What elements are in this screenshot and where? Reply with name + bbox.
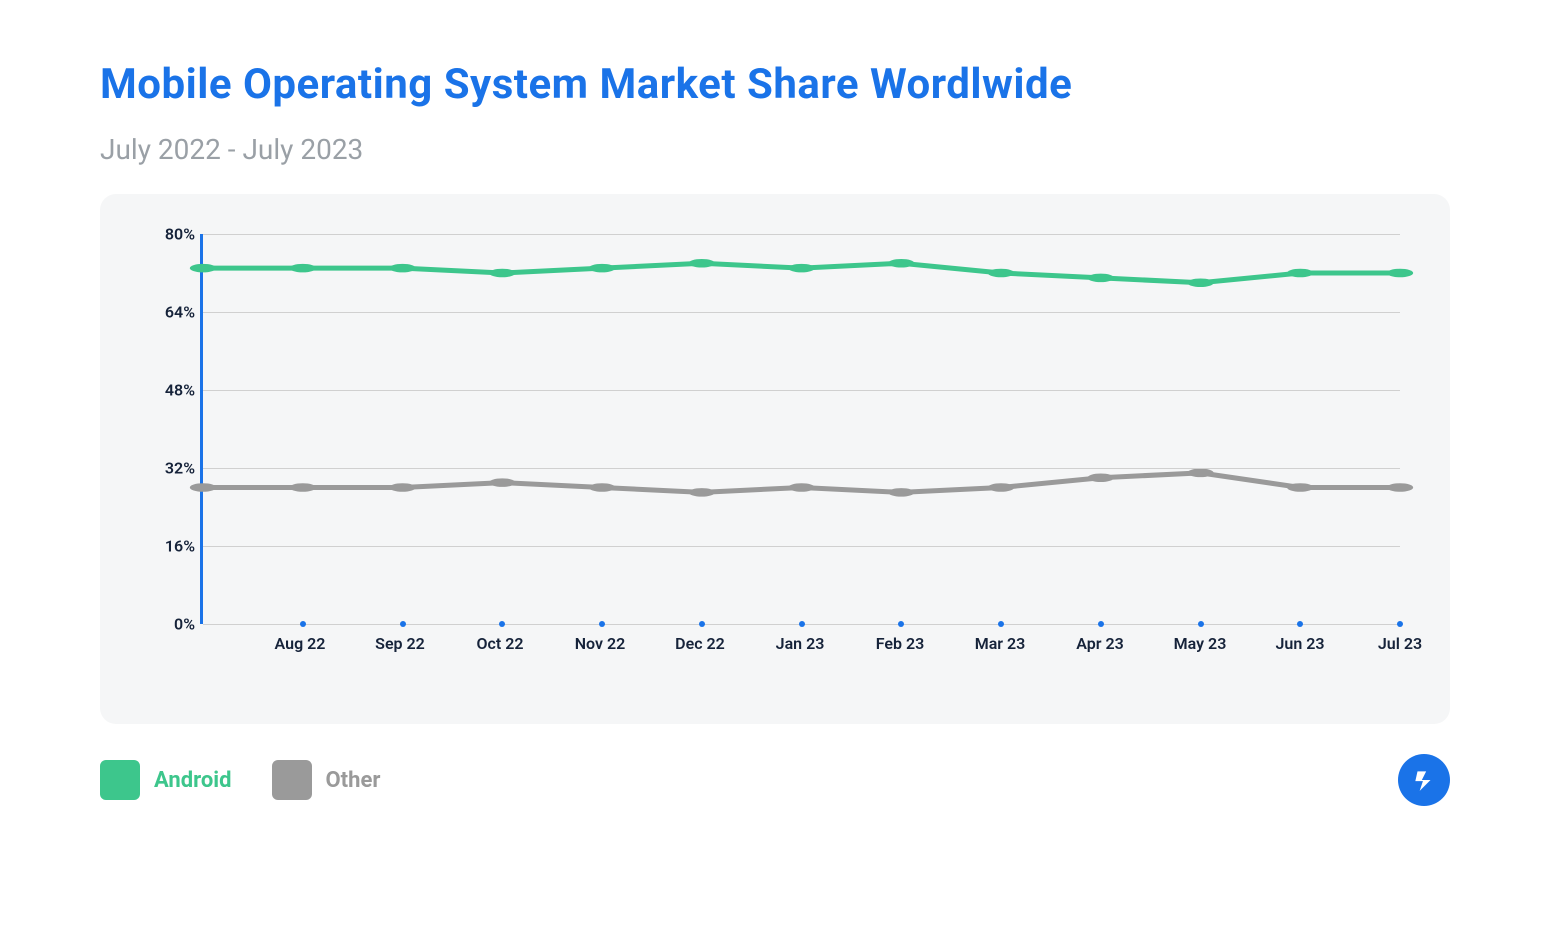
y-tick-label: 64% [145,303,195,322]
x-tick-label: Nov 22 [575,634,626,653]
data-point [1387,483,1413,492]
x-tick-dot [898,621,904,627]
swatch-other [272,760,312,800]
data-point [888,488,914,497]
data-point [290,483,316,492]
x-tick-label: May 23 [1174,634,1227,653]
grid-line [203,234,1400,235]
legend-label-android: Android [154,768,232,793]
legend-item-other: Other [272,760,381,800]
chart-subtitle: July 2022 - July 2023 [100,133,1450,166]
data-point [190,483,216,492]
chart-container: 0%16%32%48%64%80% Aug 22Sep 22Oct 22Nov … [100,194,1450,724]
data-point [1287,483,1313,492]
x-tick-dot [1198,621,1204,627]
data-point [489,478,515,487]
x-tick-dot [1098,621,1104,627]
x-tick-label: Sep 22 [375,634,425,653]
data-point [290,264,316,273]
x-tick-dot [1397,621,1403,627]
data-point [689,259,715,268]
data-point [190,264,216,273]
x-tick-label: Jan 23 [776,634,825,653]
x-tick-dot [499,621,505,627]
data-point [589,264,615,273]
x-tick-dot [998,621,1004,627]
y-tick-label: 32% [145,459,195,478]
logo-icon [1398,754,1450,806]
data-point [1187,469,1213,478]
x-tick-label: Mar 23 [975,634,1026,653]
swatch-android [100,760,140,800]
x-tick-label: Feb 23 [876,634,925,653]
x-tick-label: Dec 22 [675,634,725,653]
y-tick-label: 80% [145,225,195,244]
legend-label-other: Other [326,768,381,793]
data-point [788,483,814,492]
plot-area: 0%16%32%48%64%80% [200,234,1400,624]
legend-item-android: Android [100,760,232,800]
y-tick-label: 48% [145,381,195,400]
x-tick-label: Apr 23 [1076,634,1124,653]
x-tick-dot [699,621,705,627]
data-point [1088,274,1114,283]
data-point [1088,473,1114,482]
chart-svg [203,234,1400,624]
x-tick-dot [799,621,805,627]
x-axis-labels: Aug 22 Sep 22 Oct 22 Nov 22 Dec 22 Jan 23 Feb … [200,634,1400,664]
x-tick-label: Aug 22 [275,634,326,653]
data-point [1387,269,1413,278]
data-point [988,483,1014,492]
x-tick-dot [300,621,306,627]
data-point [589,483,615,492]
x-tick-label: Jun 23 [1275,634,1324,653]
data-point [788,264,814,273]
data-point [888,259,914,268]
data-point [489,269,515,278]
data-point [389,264,415,273]
data-point [1187,278,1213,287]
x-tick-dot [599,621,605,627]
x-tick-label: Oct 22 [476,634,523,653]
grid-line [203,546,1400,547]
data-point [1287,269,1313,278]
x-tick-dot [1297,621,1303,627]
grid-line [203,468,1400,469]
x-tick-label: Jul 23 [1378,634,1422,653]
grid-line [203,390,1400,391]
legend: Android Other [100,754,1450,806]
grid-line [203,312,1400,313]
data-point [689,488,715,497]
y-tick-label: 16% [145,537,195,556]
y-tick-label: 0% [145,615,195,634]
data-point [988,269,1014,278]
x-tick-dot [400,621,406,627]
chart-title: Mobile Operating System Market Share Wor… [100,60,1450,109]
data-point [389,483,415,492]
